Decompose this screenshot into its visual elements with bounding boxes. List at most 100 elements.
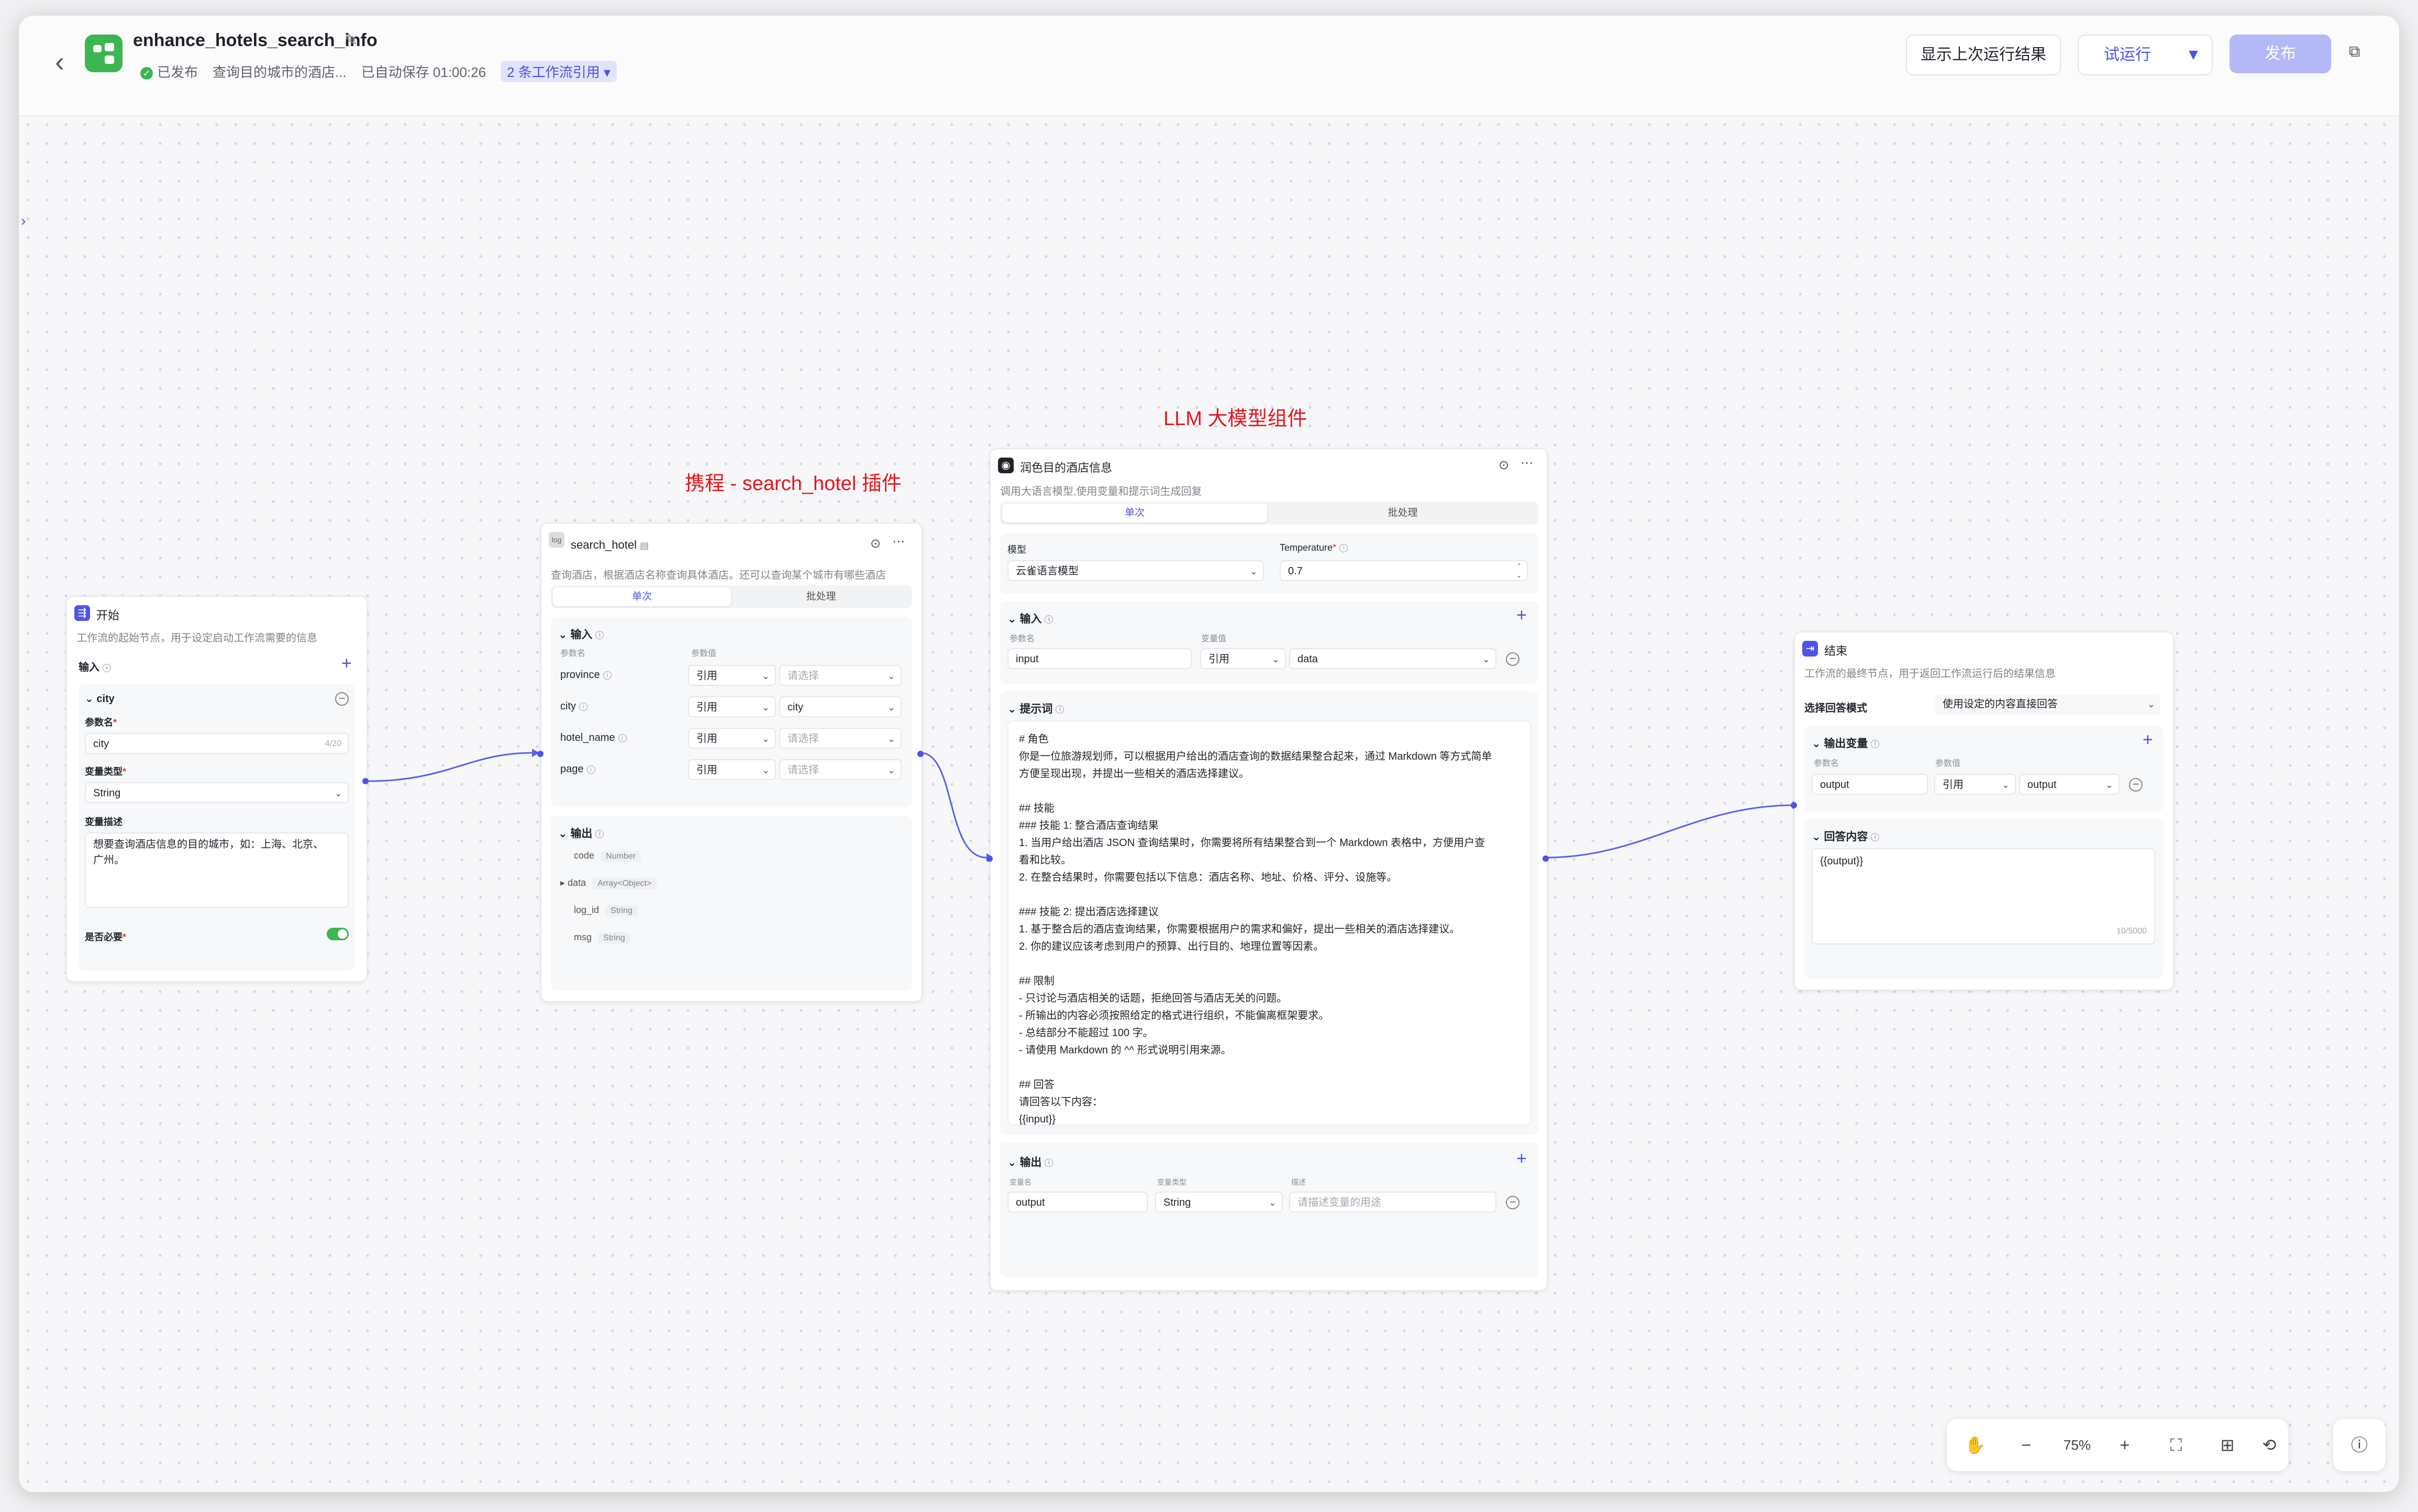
plugin-output-section: ⌄ 输出 i code Number ▸ data Array<Object> log_i… [551,816,912,991]
llm-output-type-select[interactable]: String ⌄ [1155,1192,1283,1213]
input-value: 请选择 [787,764,819,776]
info-icon: i [1871,833,1880,842]
input-label-text: 输入 [570,629,593,641]
zoom-out-icon[interactable]: − [2012,1431,2041,1459]
output-port[interactable] [917,751,924,757]
llm-node[interactable]: ◉ 润色目的酒店信息 ⊙ ⋯ 调用大语言模型,使用变量和提示词生成回复 单次 批… [986,448,1549,1291]
plugin-input-value-select[interactable]: city ⌄ [779,696,902,717]
ref-value: 引用 [696,702,717,713]
plugin-input-ref-select[interactable]: 引用 ⌄ [688,728,776,749]
prompt-line: 看和比较。 [1019,854,1071,866]
info-icon: i [595,830,604,839]
add-input-icon[interactable]: + [341,653,352,674]
llm-input-value-select[interactable]: data ⌄ [1289,648,1496,669]
output-port[interactable] [1543,855,1549,862]
tab-single[interactable]: 单次 [1002,504,1267,522]
end-node[interactable]: ⇥ 结束 工作流的最终节点，用于返回工作流运行后的结果信息 选择回答模式 使用设… [1791,631,2174,991]
answer-content-section: ⌄ 回答内容 i {{output}} 10/5000 [1804,819,2164,979]
plugin-input-section: ⌄ 输入 i 参数名 参数值 province i 引用 ⌄ 请选择 ⌄ city i 引用 ⌄ ci… [551,617,912,807]
node-title-text: search_hotel [571,538,637,551]
end-output-ref-select[interactable]: 引用 ⌄ [1934,774,2016,795]
add-output-icon[interactable]: + [2143,730,2153,750]
answer-content-textarea[interactable]: {{output}} 10/5000 [1812,848,2155,944]
input-port[interactable] [986,855,993,862]
prompt-line [1019,955,1519,973]
remove-output-icon[interactable]: − [1506,1196,1519,1209]
run-node-icon[interactable]: ⊙ [870,536,881,551]
zoom-in-icon[interactable]: + [2110,1431,2139,1459]
prompt-section: ⌄ 提示词 i # 角色 你是一位旅游规划师，可以根据用户给出的酒店查询的数据结果整… [1000,691,1538,1135]
variable-name-heading: ⌄ city [85,693,115,705]
answer-content-label: ⌄ 回答内容 i [1812,828,1880,844]
add-input-icon[interactable]: + [1516,605,1527,626]
llm-output-desc-input[interactable]: 请描述变量的用途 [1289,1192,1496,1213]
prompt-editor[interactable]: # 角色 你是一位旅游规划师，可以根据用户给出的酒店查询的数据结果整合起来，通过 … [1007,720,1531,1126]
param-name-input[interactable]: city 4/20 [85,733,349,754]
plugin-input-value-select[interactable]: 请选择 ⌄ [779,759,902,780]
char-count: 10/5000 [2116,927,2147,936]
answer-mode-select[interactable]: 使用设定的内容直接回答 ⌄ [1935,694,2160,715]
ref-value: 引用 [1208,653,1229,665]
model-section: 模型 云雀语言模型 ⌄ Temperature* i 0.7 ⌃ ⌄ [1000,533,1538,594]
start-node[interactable]: ⇶ 开始 工作流的起始节点，用于设定启动工作流需要的信息 输入 i + ⌄ cit… [66,596,369,982]
prompt-line: ### 技能 1: 整合酒店查询结果 [1019,820,1159,831]
help-button[interactable]: ⓘ [2333,1419,2386,1471]
temperature-label-text: Temperature [1280,542,1333,553]
remove-output-icon[interactable]: − [2129,778,2143,792]
edge-plugin-to-llm [920,752,987,859]
plugin-node[interactable]: log search_hotel ▤ ⊙ ⋯ 查询酒店，根据酒店名称查询具体酒店… [537,522,924,1002]
plugin-input-ref-select[interactable]: 引用 ⌄ [688,696,776,717]
llm-input-ref-select[interactable]: 引用 ⌄ [1200,648,1286,669]
input-port[interactable] [1791,802,1797,808]
temperature-label: Temperature* i [1280,542,1348,553]
output-label-text: 输出 [1019,1157,1042,1169]
chevron-down-icon: ⌄ [887,671,895,681]
temperature-input[interactable]: 0.7 ⌃ ⌄ [1280,560,1528,581]
input-name-text: page [560,763,584,775]
more-icon[interactable]: ⋯ [1521,455,1533,471]
tab-batch[interactable]: 批处理 [1270,504,1535,522]
var-desc-textarea[interactable]: 想要查询酒店信息的目的城市，如：上海、北京、 广州。 [85,832,349,908]
var-desc-line: 广州。 [93,854,125,866]
stepper-icon[interactable]: ⌃ ⌄ [1516,561,1522,580]
chevron-down-icon: ⌄ [761,671,770,681]
plugin-input-value-select[interactable]: 请选择 ⌄ [779,665,902,686]
ref-value: 引用 [1943,779,1964,791]
node-description: 查询酒店，根据酒店名称查询具体酒店。还可以查询某个城市有哪些酒店 [551,570,886,581]
chevron-down-icon: ⌄ [887,765,895,775]
tab-batch[interactable]: 批处理 [732,587,910,606]
chevron-down-icon: ⌄ [761,765,770,775]
required-toggle[interactable] [327,928,349,940]
answer-mode-label: 选择回答模式 [1804,703,1867,714]
input-port[interactable] [537,751,544,757]
plugin-input-ref-select[interactable]: 引用 ⌄ [688,759,776,780]
auto-layout-icon[interactable]: ⟲ [2255,1431,2284,1459]
chevron-down-icon: ⌄ [334,788,342,798]
plugin-input-value-select[interactable]: 请选择 ⌄ [779,728,902,749]
ref-value: 引用 [696,733,717,744]
end-output-name[interactable]: output [1812,774,1928,795]
llm-output-name[interactable]: output [1007,1192,1148,1213]
plugin-logo-icon: log [549,532,564,548]
prompt-line: ## 限制 [1019,975,1055,987]
zoom-level[interactable]: 75% [2054,1431,2101,1459]
add-output-icon[interactable]: + [1516,1149,1527,1169]
col-param-header: 参数名 [560,649,586,658]
hand-tool-icon[interactable]: ✋ [1960,1431,1990,1459]
llm-input-name[interactable]: input [1007,648,1192,669]
run-node-icon[interactable]: ⊙ [1499,458,1509,473]
remove-variable-icon[interactable]: − [335,692,349,706]
fit-view-icon[interactable]: ⛶ [2161,1431,2191,1459]
end-output-value-select[interactable]: output ⌄ [2019,774,2120,795]
tab-single[interactable]: 单次 [553,587,731,606]
info-icon: i [1045,615,1053,624]
plugin-input-ref-select[interactable]: 引用 ⌄ [688,665,776,686]
var-type-select[interactable]: String ⌄ [85,782,349,803]
output-section-label: ⌄ 输出 i [1007,1154,1053,1170]
model-select[interactable]: 云雀语言模型 ⌄ [1007,560,1264,581]
more-icon[interactable]: ⋯ [892,534,905,549]
remove-input-icon[interactable]: − [1506,652,1519,666]
minimap-icon[interactable]: ⊞ [2213,1431,2242,1459]
col-value-header: 参数值 [1935,759,1961,768]
output-port[interactable] [362,778,369,784]
